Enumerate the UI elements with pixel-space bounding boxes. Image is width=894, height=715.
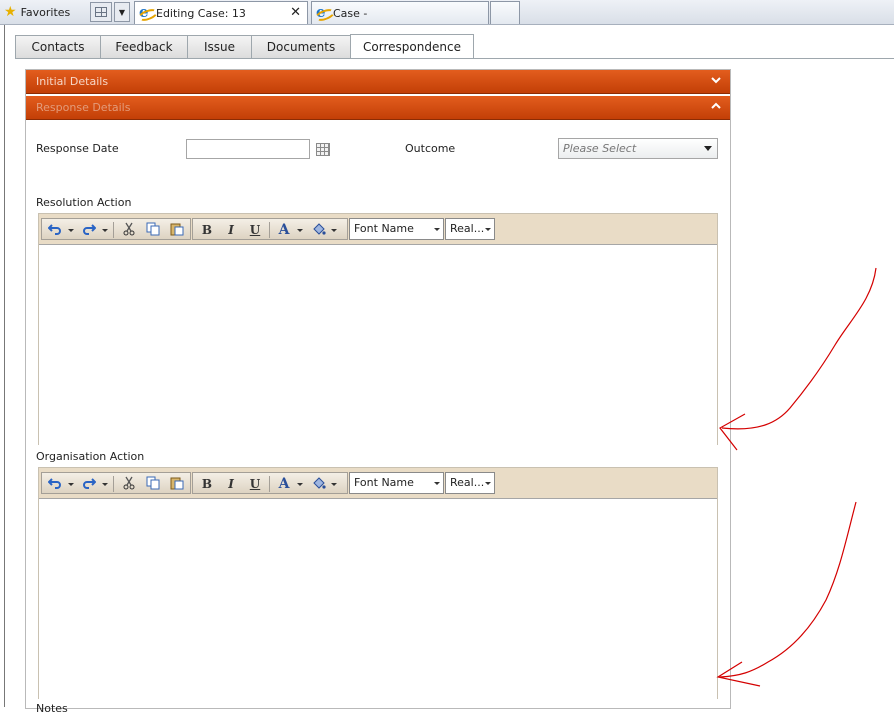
undo-icon[interactable]: [46, 222, 64, 238]
tab-contacts[interactable]: Contacts: [15, 35, 100, 59]
font-size-value: Real...: [450, 222, 485, 235]
tab-correspondence[interactable]: Correspondence: [350, 34, 474, 59]
new-tab-button[interactable]: [490, 1, 520, 24]
format-toolbar-group: B I U A: [192, 472, 348, 494]
ie-icon: [316, 3, 331, 21]
annotation-arrow-1: [721, 267, 877, 430]
undo-icon[interactable]: [46, 476, 64, 492]
italic-button[interactable]: I: [223, 476, 239, 492]
font-color-button[interactable]: A: [277, 476, 291, 492]
close-tab-button[interactable]: ✕: [290, 5, 301, 20]
chevron-up-icon[interactable]: [710, 100, 722, 115]
outcome-label: Outcome: [405, 142, 456, 155]
chevron-down-icon: [434, 482, 440, 485]
font-size-select[interactable]: Real...: [445, 218, 495, 240]
annotation-arrow-2: [719, 501, 857, 678]
ie-icon: [139, 3, 154, 21]
chevron-down-icon[interactable]: [710, 74, 722, 89]
tab-feedback[interactable]: Feedback: [100, 35, 187, 59]
outcome-select[interactable]: Please Select: [558, 138, 718, 159]
undo-dropdown[interactable]: [68, 229, 74, 232]
chevron-down-icon: [704, 146, 712, 151]
paint-bucket-icon[interactable]: [311, 476, 327, 492]
page-tabs: Contacts Feedback Issue Documents Corres…: [15, 34, 474, 59]
browser-tab-case[interactable]: Case -: [311, 1, 489, 24]
copy-icon[interactable]: [144, 476, 162, 492]
organisation-action-label: Organisation Action: [36, 450, 145, 463]
tabs-divider: [15, 58, 894, 59]
editor-toolbar: B I U A Font Name Real...: [39, 214, 717, 244]
copy-icon[interactable]: [144, 222, 162, 238]
toolbar-separator: [113, 222, 114, 238]
paint-bucket-icon[interactable]: [311, 222, 327, 238]
quick-tabs-button[interactable]: [90, 2, 112, 22]
underline-button[interactable]: U: [247, 476, 263, 492]
chevron-down-icon: [485, 482, 491, 485]
font-name-value: Font Name: [354, 222, 414, 235]
font-size-value: Real...: [450, 476, 485, 489]
frame-border: [4, 25, 5, 707]
organisation-action-textarea[interactable]: [39, 498, 717, 700]
browser-tab-editing-case[interactable]: Editing Case: 13 ✕: [134, 1, 308, 24]
font-name-select[interactable]: Font Name: [349, 218, 444, 240]
correspondence-panel: Initial Details Response Details Respons…: [25, 69, 731, 715]
redo-dropdown[interactable]: [102, 483, 108, 486]
tab-documents[interactable]: Documents: [251, 35, 350, 59]
resolution-action-editor: B I U A Font Name Real...: [38, 213, 718, 446]
redo-dropdown[interactable]: [102, 229, 108, 232]
underline-button[interactable]: U: [247, 222, 263, 238]
font-color-dropdown[interactable]: [297, 483, 303, 486]
highlight-dropdown[interactable]: [331, 483, 337, 486]
bold-button[interactable]: B: [199, 222, 215, 238]
favorites-label: Favorites: [20, 5, 71, 19]
browser-favorites-bar: ★ Favorites ▼ Editing Case: 13 ✕ Case -: [0, 0, 894, 25]
redo-icon[interactable]: [80, 222, 98, 238]
toolbar-separator: [269, 476, 270, 492]
response-details-title: Response Details: [36, 101, 131, 114]
grid-icon: [95, 7, 107, 17]
cut-icon[interactable]: [120, 476, 138, 492]
cut-icon[interactable]: [120, 222, 138, 238]
resolution-action-textarea[interactable]: [39, 244, 717, 446]
resolution-action-label: Resolution Action: [36, 196, 132, 209]
font-color-dropdown[interactable]: [297, 229, 303, 232]
response-details-header[interactable]: Response Details: [26, 96, 730, 120]
tab-list-dropdown[interactable]: ▼: [114, 2, 130, 22]
font-name-value: Font Name: [354, 476, 414, 489]
font-name-select[interactable]: Font Name: [349, 472, 444, 494]
paste-icon[interactable]: [168, 476, 186, 492]
toolbar-separator: [113, 476, 114, 492]
browser-tab-label: Case -: [333, 6, 368, 20]
browser-tab-label: Editing Case: 13: [156, 6, 246, 20]
favorites-button[interactable]: ★ Favorites: [4, 2, 70, 22]
calendar-icon[interactable]: [316, 143, 330, 156]
font-size-select[interactable]: Real...: [445, 472, 495, 494]
response-date-input[interactable]: [186, 139, 310, 159]
chevron-down-icon: [485, 228, 491, 231]
notes-label: Notes: [36, 702, 68, 715]
toolbar-separator: [269, 222, 270, 238]
edit-toolbar-group: [41, 218, 191, 240]
initial-details-header[interactable]: Initial Details: [26, 70, 730, 94]
response-date-label: Response Date: [36, 142, 119, 155]
font-color-button[interactable]: A: [277, 222, 291, 238]
paste-icon[interactable]: [168, 222, 186, 238]
redo-icon[interactable]: [80, 476, 98, 492]
italic-button[interactable]: I: [223, 222, 239, 238]
outcome-select-value: Please Select: [563, 142, 637, 155]
tab-issue[interactable]: Issue: [187, 35, 251, 59]
bold-button[interactable]: B: [199, 476, 215, 492]
editor-toolbar: B I U A Font Name Real...: [39, 468, 717, 498]
chevron-down-icon: [434, 228, 440, 231]
organisation-action-editor: B I U A Font Name Real...: [38, 467, 718, 700]
star-icon: ★: [4, 4, 17, 20]
undo-dropdown[interactable]: [68, 483, 74, 486]
highlight-dropdown[interactable]: [331, 229, 337, 232]
initial-details-title: Initial Details: [36, 75, 109, 88]
edit-toolbar-group: [41, 472, 191, 494]
format-toolbar-group: B I U A: [192, 218, 348, 240]
